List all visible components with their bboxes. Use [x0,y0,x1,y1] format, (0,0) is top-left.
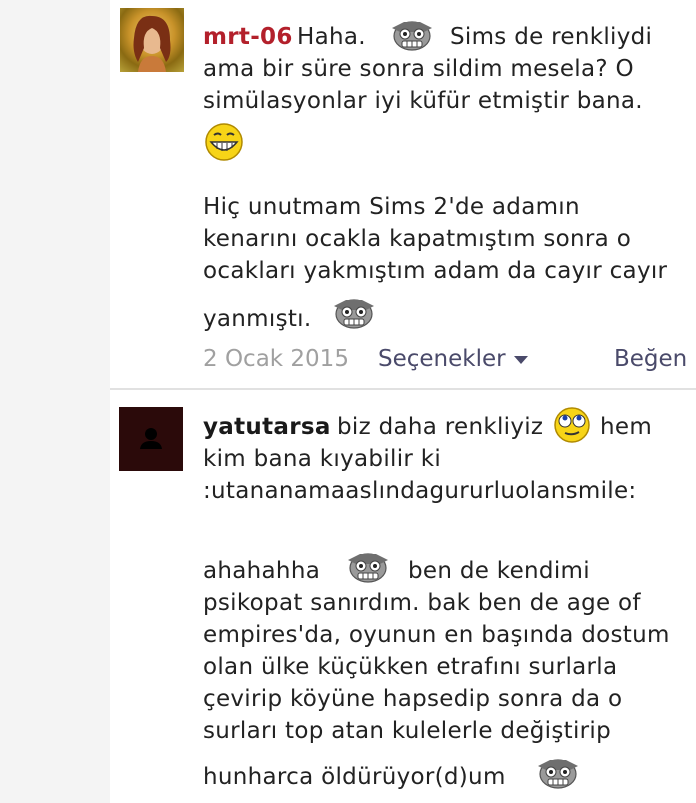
rolling-eyes-smiley-icon [554,407,590,443]
comment-text: ahahahha [203,558,321,584]
avatar[interactable] [119,407,183,471]
comment-date[interactable]: 2 Ocak 2015 [203,346,349,372]
comment-text: simülasyonlar iyi küfür etmiştir bana. [203,88,643,114]
comment-text: kenarını ocakla kapatmıştım sonra o [203,226,632,252]
comment-text: çevirip köyüne hapsedip sonra da o [203,686,623,712]
comment-text: hem [600,414,653,440]
comment-text: olan ülke küçükken etrafını surlarla [203,654,618,680]
comment-text: Sims de renkliydi [450,24,653,50]
chevron-down-icon [513,355,528,364]
comment-text: Hiç unutmam Sims 2'de adamın [203,194,580,220]
robot-smiley-icon [334,299,374,329]
person-silhouette-icon [140,428,162,449]
comment-text: hunharca öldürüyor(d)um [203,764,506,790]
robot-smiley-icon [538,759,578,789]
comment-text: ben de kendimi [408,558,590,584]
avatar-photo [133,15,171,72]
comment-text: surları top atan kulelerle değiştirip [203,718,612,744]
robot-smiley-icon [348,553,388,583]
like-button[interactable]: Beğen [614,346,687,372]
comment-text: kim bana kıyabilir ki [203,446,442,472]
comment-text: ocakları yakmıştım adam da cayır cayır [203,258,668,284]
comment-text: yanmıştı. [203,306,312,332]
comment-text: biz daha renkliyiz [337,414,544,440]
grin-smiley-icon [205,123,243,161]
comment-text: psikopat sanırdım. bak ben de age of [203,590,641,616]
comment-text: ama bir süre sonra sildim mesela? O [203,56,634,82]
options-label: Seçenekler [378,346,506,372]
comment-username[interactable]: mrt-06 [203,24,293,50]
comment-text: :utananamaaslındagururluolansmile: [203,478,637,504]
comment-text: Haha. [297,24,366,50]
comment-divider [110,388,696,390]
comment-text: empires'da, oyunun en başında dostum [203,622,670,648]
avatar[interactable] [120,8,184,72]
robot-smiley-icon [392,21,432,51]
comment-username[interactable]: yatutarsa [203,414,331,440]
left-gutter [0,0,110,803]
options-menu-button[interactable]: Seçenekler [378,346,528,372]
